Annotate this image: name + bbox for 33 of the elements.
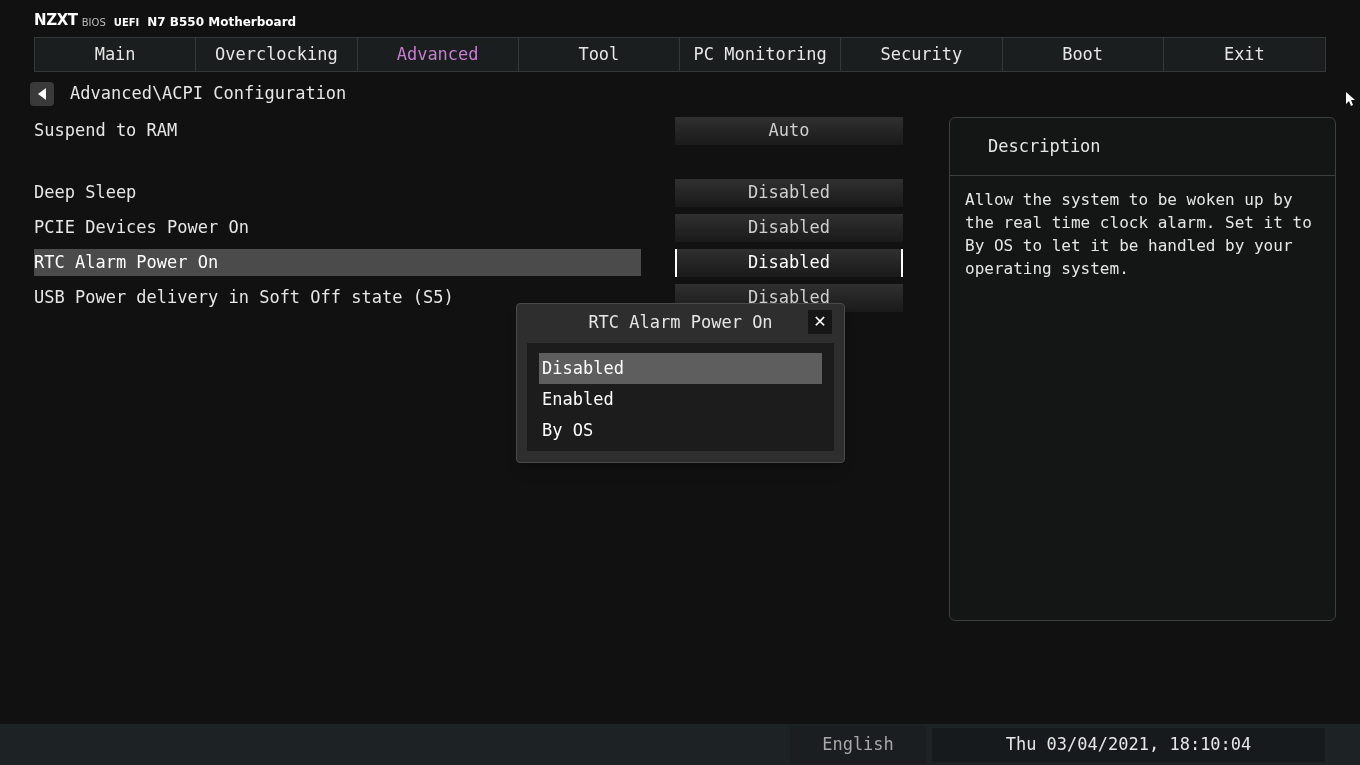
menu-tab[interactable]: PC Monitoring [680, 38, 842, 71]
menu-tab[interactable]: Overclocking [196, 38, 358, 71]
value-button[interactable]: Disabled [675, 248, 903, 277]
mode-label: UEFI [113, 18, 140, 28]
menu-tab[interactable]: Main [35, 38, 197, 71]
back-button[interactable] [30, 82, 54, 106]
value-button[interactable]: Disabled [675, 213, 903, 242]
setting-row[interactable]: PCIE Devices Power On [34, 214, 641, 241]
mouse-pointer-icon [1346, 92, 1355, 106]
value-button[interactable]: Auto [675, 116, 903, 145]
setting-row[interactable]: USB Power delivery in Soft Off state (S5) [34, 284, 641, 311]
setting-row[interactable]: Suspend to RAM [34, 117, 641, 144]
option-item[interactable]: Enabled [539, 384, 822, 415]
option-item[interactable]: Disabled [539, 353, 822, 384]
popup-title: RTC Alarm Power On [588, 311, 773, 335]
bios-label: BIOS [81, 18, 106, 28]
brand-logo: NZXT [34, 13, 78, 28]
description-title: Description [988, 134, 1101, 158]
close-button[interactable]: ✕ [808, 310, 832, 334]
date-time: Thu 03/04/2021, 18:10:04 [1005, 732, 1252, 756]
menu-tab[interactable]: Security [841, 38, 1003, 71]
breadcrumb: Advanced\ACPI Configuration [70, 82, 347, 106]
value-button[interactable]: Disabled [675, 178, 903, 207]
menu-tab[interactable]: Advanced [357, 38, 519, 71]
setting-row[interactable]: Deep Sleep [34, 179, 641, 206]
description-text: Allow the system to be woken up by the real time clock alarm. Set it to By OS to let it be handled by your operating system. [964, 189, 1313, 280]
menu-tab[interactable]: Exit [1163, 38, 1325, 71]
menu-tab[interactable]: Tool [518, 38, 680, 71]
menu-tab[interactable]: Boot [1002, 38, 1164, 71]
setting-row[interactable]: RTC Alarm Power On [34, 249, 641, 276]
model-name: N7 B550 Motherboard [147, 16, 297, 28]
option-item[interactable]: By OS [539, 415, 822, 446]
back-arrow-icon [37, 88, 47, 100]
